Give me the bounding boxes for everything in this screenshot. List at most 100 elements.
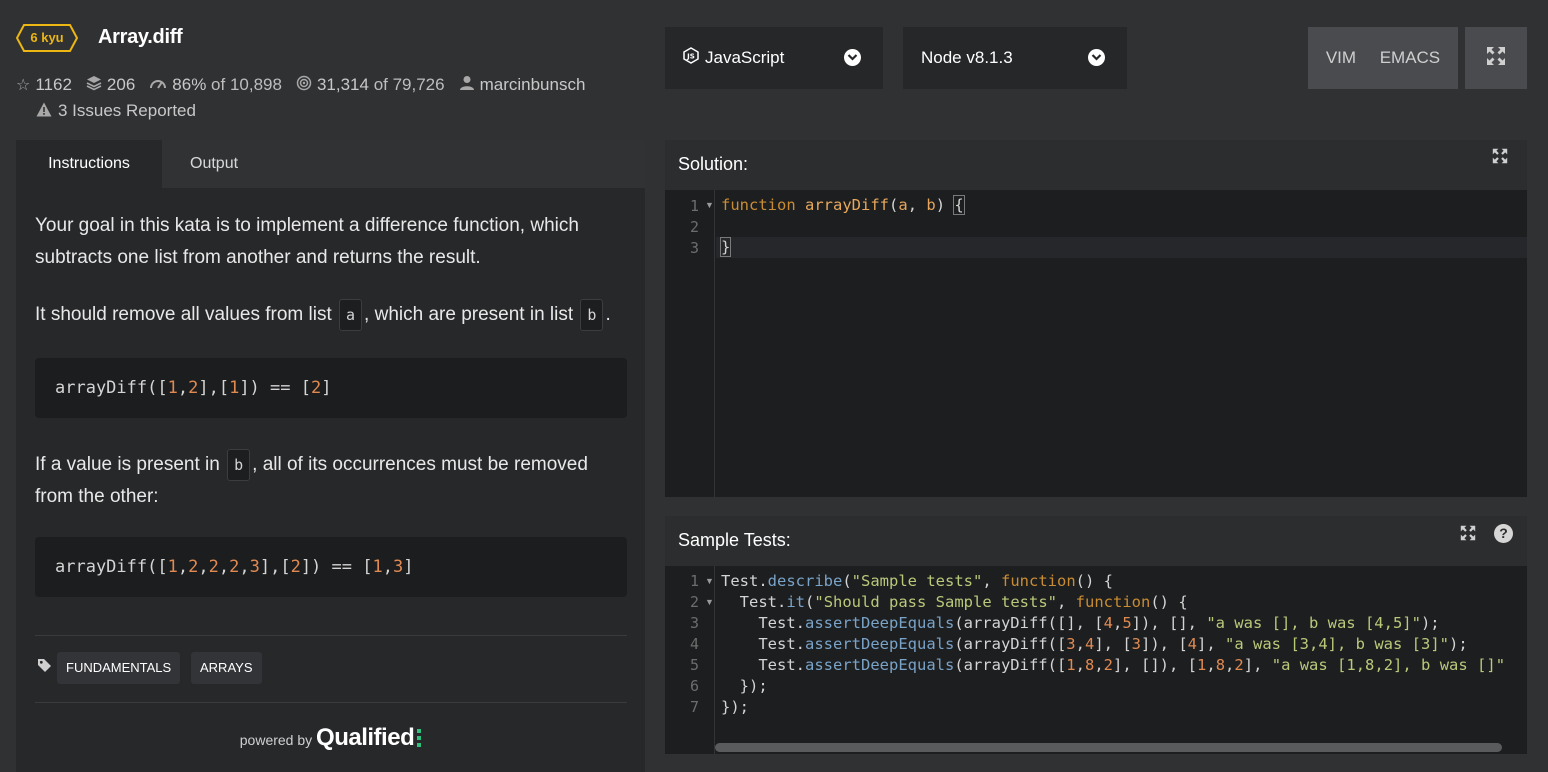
code-number: 1 [1066, 656, 1076, 674]
fold-arrow-icon[interactable]: ▼ [705, 597, 714, 607]
code-token: , [982, 572, 1001, 590]
line-number: 4 [689, 635, 699, 653]
method-name: assertDeepEquals [805, 656, 955, 674]
collections-count: 206 [106, 75, 136, 94]
author-name[interactable]: marcinbunsch [480, 75, 586, 95]
completed-count: 31,314 [316, 75, 369, 94]
runtime-select[interactable]: Node v8.1.3 [903, 27, 1127, 89]
author-stat[interactable]: marcinbunsch [459, 75, 586, 96]
code-number: 2 [1234, 656, 1244, 674]
kata-title[interactable]: Array.diff [98, 26, 183, 49]
code-token: ],[ [259, 557, 291, 578]
instruction-text: , which are present in list [364, 304, 574, 326]
expand-icon[interactable] [1460, 525, 1476, 546]
stars-stat[interactable]: ☆ 1162 [16, 75, 72, 95]
powered-by-qualified[interactable]: powered by Qualified [16, 724, 645, 752]
method-name: assertDeepEquals [805, 635, 955, 653]
tag-fundamentals[interactable]: FUNDAMENTALS [57, 652, 181, 684]
code-number: 1 [167, 378, 178, 399]
code-number: 8 [1084, 656, 1095, 674]
expand-icon[interactable] [1492, 148, 1508, 169]
code-line: Test.describe("Sample tests", function()… [721, 571, 1113, 592]
fullscreen-button[interactable] [1465, 27, 1527, 89]
code-token: ] [403, 557, 414, 578]
code-token: ( [842, 572, 852, 590]
qualified-logo: Qualified [316, 724, 415, 751]
line-number: 1 [689, 197, 699, 215]
issues-link[interactable]: 3 Issues Reported [36, 101, 196, 121]
method-name: it [786, 593, 806, 611]
code-number: 3 [1066, 635, 1076, 653]
code-token: . [795, 614, 805, 632]
issues-count[interactable]: 3 Issues Reported [58, 101, 196, 121]
code-line: } [719, 237, 732, 258]
line-number: 1 [689, 572, 699, 590]
code-number: 8 [1215, 656, 1226, 674]
sample-tests-code-editor[interactable]: 1 ▼ 2 ▼ 3 4 5 6 7 Test.describe("Sample … [665, 566, 1527, 754]
code-token: (arrayDiff([ [954, 656, 1067, 674]
code-token: . [795, 656, 805, 674]
fold-arrow-icon[interactable]: ▼ [705, 576, 714, 586]
target-icon [296, 75, 312, 96]
expand-icon [1486, 46, 1506, 71]
fold-arrow-icon[interactable]: ▼ [705, 200, 714, 210]
code-token: . [777, 593, 787, 611]
line-number-gutter: 1 ▼ 2 ▼ 3 4 5 6 7 [665, 566, 715, 754]
code-token: ) [935, 196, 955, 214]
string-literal: "Sample tests" [851, 572, 983, 590]
code-number: 1 [1197, 656, 1207, 674]
tag-arrays[interactable]: ARRAYS [191, 652, 262, 684]
code-line: Test.assertDeepEquals(arrayDiff([1,8,2],… [721, 655, 1505, 676]
solution-code-editor[interactable]: 1 ▼ 2 3 function arrayDiff(a, b) { } [665, 190, 1527, 497]
horizontal-scrollbar[interactable] [715, 743, 1502, 752]
tag-icon [37, 658, 52, 678]
line-number: 2 [689, 218, 699, 236]
kata-header: 6 kyu Array.diff ☆ 1162 206 86% of 10,89… [16, 22, 636, 132]
collections-stat[interactable]: 206 [86, 75, 135, 96]
vim-mode-button[interactable]: VIM [1326, 48, 1356, 68]
emacs-mode-button[interactable]: EMACS [1380, 48, 1440, 68]
function-name: arrayDiff [805, 196, 889, 214]
keyword: function [1075, 593, 1151, 611]
instruction-paragraph: It should remove all values from list a,… [35, 299, 627, 331]
code-number: 2 [1103, 656, 1114, 674]
chevron-down-icon [844, 49, 861, 66]
code-line: function arrayDiff(a, b) { [721, 195, 965, 216]
qualified-logo-dots [417, 729, 422, 747]
code-number: 1 [167, 557, 178, 578]
line-number: 3 [689, 614, 699, 632]
code-token: . [795, 635, 805, 653]
code-token: . [758, 572, 768, 590]
tab-output[interactable]: Output [190, 140, 238, 188]
code-token: ); [1420, 614, 1440, 632]
code-number: 2 [188, 378, 199, 399]
star-icon: ☆ [16, 77, 31, 94]
code-token: arrayDiff([ [55, 378, 168, 399]
sample-tests-panel: Sample Tests: ? 1 ▼ 2 ▼ 3 4 5 6 7 Test.d… [665, 516, 1527, 754]
keyword: function [1001, 572, 1076, 590]
string-literal: "Should pass Sample tests" [814, 593, 1057, 611]
language-select[interactable]: JS JavaScript [665, 27, 883, 89]
string-literal: "a was [], b was [4,5]" [1206, 614, 1421, 632]
user-icon [459, 75, 475, 96]
layers-icon [86, 75, 102, 96]
instruction-text: . [605, 304, 611, 326]
code-token: Test [758, 635, 796, 653]
satisfaction-percent: 86% [172, 75, 207, 94]
code-token: , [1057, 593, 1076, 611]
active-line-highlight [716, 237, 1527, 258]
code-number: 2 [188, 557, 199, 578]
description-panel: Instructions Output Your goal in this ka… [16, 140, 645, 772]
sample-tests-title: Sample Tests: [678, 530, 791, 550]
tab-instructions[interactable]: Instructions [16, 140, 162, 188]
rank-badge: 6 kyu [16, 24, 78, 52]
warning-icon [36, 102, 52, 121]
help-icon[interactable]: ? [1494, 524, 1513, 543]
param: a [898, 196, 908, 214]
code-token: Test [739, 593, 777, 611]
svg-text:JS: JS [686, 53, 695, 61]
code-token: Test [758, 614, 796, 632]
line-number-gutter: 1 ▼ 2 3 [665, 190, 715, 497]
keymap-toggle: VIM EMACS [1308, 27, 1458, 89]
